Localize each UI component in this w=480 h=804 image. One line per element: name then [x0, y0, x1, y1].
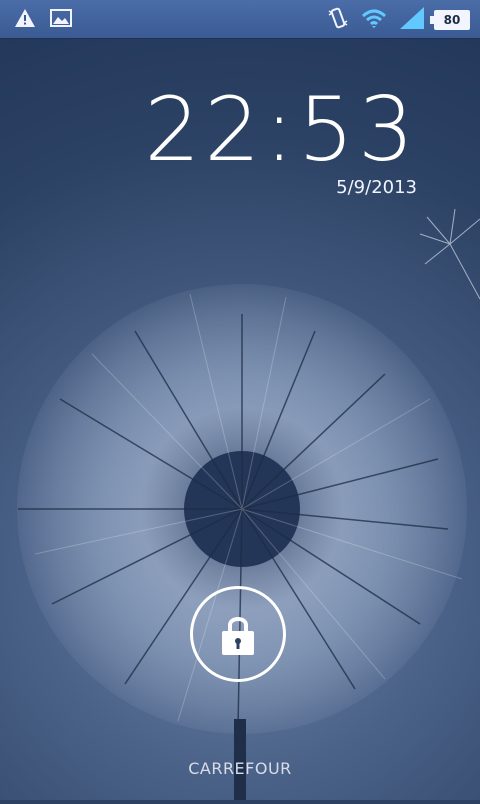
status-left-icons [14, 8, 72, 32]
lockscreen-clock: 22:53 [144, 78, 418, 181]
battery-icon: 80 [430, 10, 470, 30]
carrier-label: CARREFOUR [188, 759, 292, 778]
lockscreen-date: 5/9/2013 [336, 177, 417, 198]
status-bar[interactable]: 80 [0, 0, 480, 39]
image-icon [50, 9, 72, 31]
padlock-icon [220, 613, 256, 661]
battery-level: 80 [443, 13, 461, 27]
unlock-button[interactable] [190, 586, 286, 682]
status-right-icons: 80 [326, 6, 470, 34]
wifi-icon [360, 8, 388, 32]
warning-icon [14, 8, 36, 32]
vibrate-icon [326, 6, 350, 34]
signal-icon [398, 7, 424, 33]
